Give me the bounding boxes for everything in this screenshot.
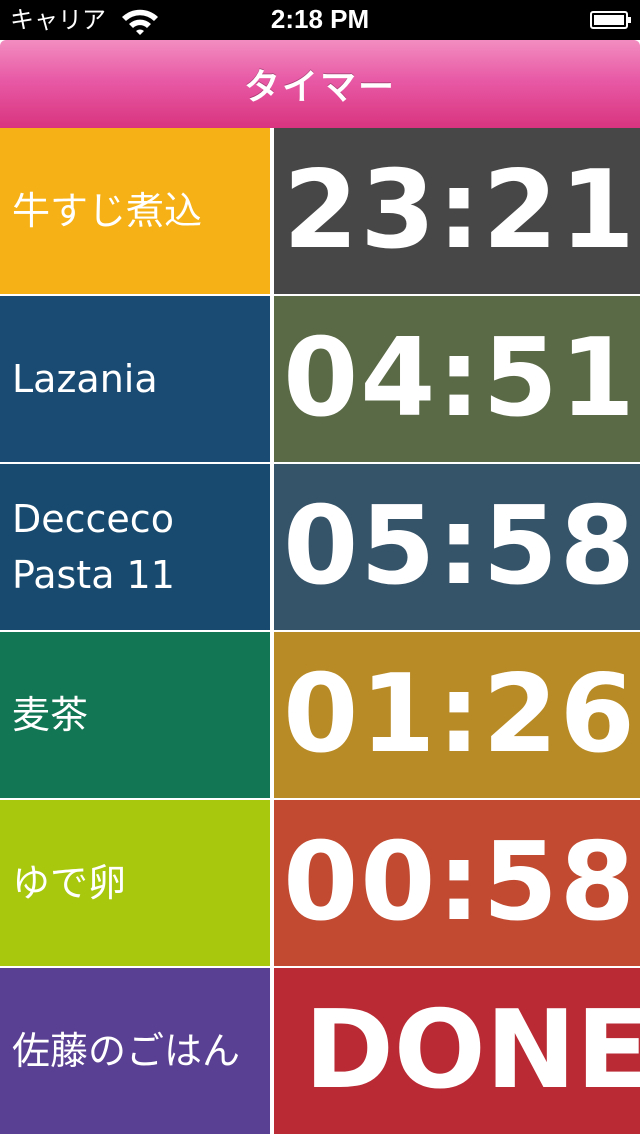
timer-name: 牛すじ煮込 — [12, 189, 203, 233]
timer-row[interactable]: 佐藤のごはん DONE — [0, 968, 640, 1134]
timer-name: Decceco Pasta 11 — [12, 497, 175, 597]
timer-name: 麦茶 — [12, 693, 89, 737]
timer-countdown-cell[interactable]: 05:58 — [274, 464, 640, 630]
battery-icon — [590, 11, 631, 29]
timer-countdown-cell[interactable]: 23:21 — [274, 128, 640, 294]
timer-name-cell[interactable]: 麦茶 — [0, 632, 270, 798]
timer-name-cell[interactable]: 佐藤のごはん — [0, 968, 270, 1134]
timer-countdown-cell[interactable]: 04:51 — [274, 296, 640, 462]
timer-countdown: 04:51 — [283, 316, 637, 441]
timer-countdown-cell[interactable]: 01:26 — [274, 632, 640, 798]
timer-name-cell[interactable]: ゆで卵 — [0, 800, 270, 966]
timer-countdown-cell[interactable]: DONE — [274, 968, 640, 1134]
timer-name: 佐藤のごはん — [12, 1029, 241, 1073]
status-time: 2:18 PM — [270, 4, 370, 34]
timer-countdown: 01:26 — [283, 652, 637, 777]
timer-row[interactable]: 牛すじ煮込 23:21 — [0, 128, 640, 294]
navigation-bar: タイマー — [0, 40, 640, 128]
timer-countdown: 05:58 — [283, 484, 637, 609]
timer-list: 牛すじ煮込 23:21 Lazania 04:51 Decceco Pasta … — [0, 128, 640, 1136]
timer-countdown-cell[interactable]: 00:58 — [274, 800, 640, 966]
timer-row[interactable]: 麦茶 01:26 — [0, 632, 640, 798]
timer-row[interactable]: Decceco Pasta 11 05:58 — [0, 464, 640, 630]
timer-name-cell[interactable]: 牛すじ煮込 — [0, 128, 270, 294]
timer-countdown: DONE — [304, 988, 640, 1113]
timer-name: Lazania — [12, 357, 158, 401]
timer-countdown: 23:21 — [283, 148, 637, 273]
timer-row[interactable]: Lazania 04:51 — [0, 296, 640, 462]
timer-name-cell[interactable]: Lazania — [0, 296, 270, 462]
timer-name-cell[interactable]: Decceco Pasta 11 — [0, 464, 270, 630]
timer-name: ゆで卵 — [12, 861, 127, 905]
timer-countdown: 00:58 — [283, 820, 637, 945]
page-title: タイマー — [243, 67, 396, 108]
status-bar: キャリア 2:18 PM — [0, 0, 640, 40]
timer-row[interactable]: ゆで卵 00:58 — [0, 800, 640, 966]
